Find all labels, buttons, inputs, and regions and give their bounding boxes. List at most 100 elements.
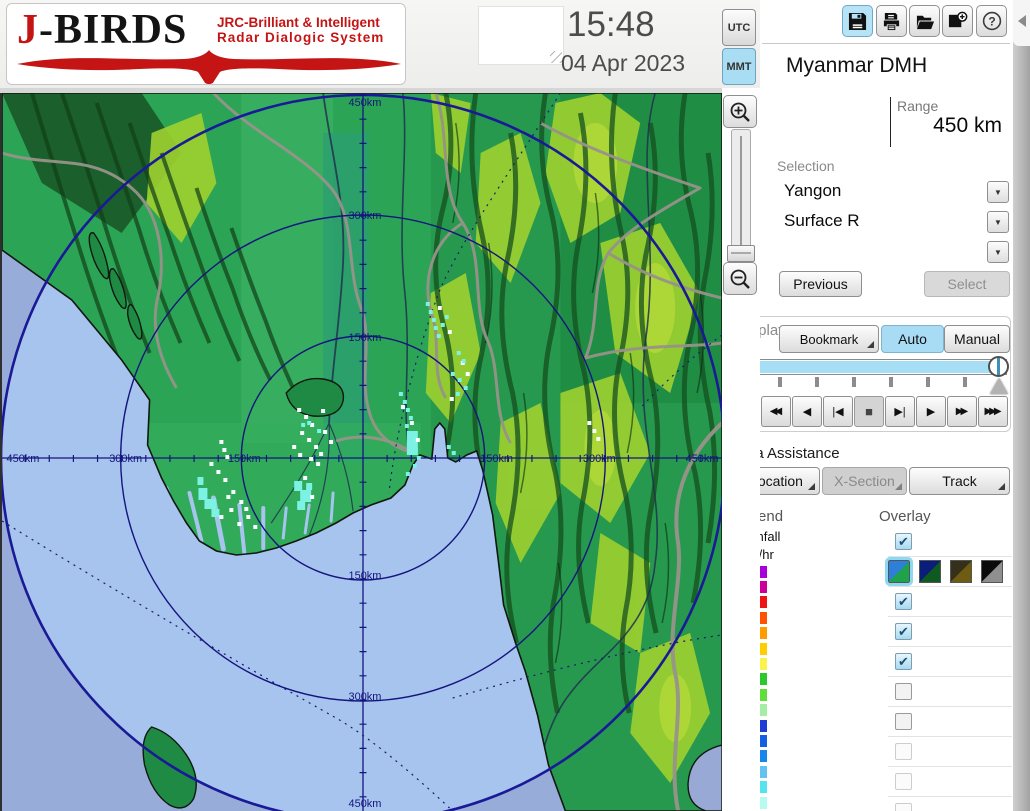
save-icon (848, 12, 867, 31)
auto-mode-button[interactable]: Auto (881, 325, 944, 353)
product-dropdown-button[interactable]: ▼ (987, 211, 1009, 233)
ring-label: 300km (349, 210, 382, 222)
bookmark-button[interactable]: Bookmark (779, 325, 879, 353)
radar-map[interactable]: 450km 300km 150km 150km 300km 450km 450km 300km… (0, 93, 722, 811)
checkbox[interactable]: ✔ (895, 533, 912, 550)
forward-button[interactable]: ▶▶ (947, 396, 977, 427)
help-button[interactable]: ? (976, 5, 1007, 37)
ring-label: 150km (349, 570, 382, 582)
open-file-button[interactable] (909, 5, 940, 37)
clock-time: 15:48 (567, 5, 655, 45)
slider-tick (815, 377, 819, 387)
overlay-row-border: ✔ (888, 617, 1012, 647)
selection-field-product[interactable]: Surface R (784, 211, 974, 231)
site-dropdown-button[interactable]: ▼ (987, 181, 1009, 203)
checkbox[interactable] (895, 713, 912, 730)
zoom-in-icon (729, 101, 751, 123)
step-back-button[interactable]: |◀ (823, 396, 853, 427)
zoom-out-button[interactable] (723, 262, 757, 295)
overlay-row-marker (888, 707, 1012, 737)
jbirds-application-window: J-BIRDS JRC-Brilliant & Intelligent Rada… (0, 0, 1030, 811)
zoom-in-button[interactable] (723, 95, 757, 128)
ring-label: 150km (228, 453, 261, 465)
checkbox[interactable] (895, 683, 912, 700)
forward-fast-button[interactable]: ▶▶▶ (978, 396, 1008, 427)
brand-rest: -BIRDS (39, 7, 187, 53)
station-title: Myanmar DMH (786, 54, 927, 78)
checkbox (895, 743, 912, 760)
slider-tick (778, 377, 782, 387)
manual-mode-button[interactable]: Manual (944, 325, 1010, 353)
slider-fill (741, 361, 999, 373)
panel-divider (762, 43, 1010, 44)
overlay-row-map: ✔ (888, 527, 1012, 557)
status-box[interactable] (478, 6, 564, 65)
add-image-icon (947, 11, 968, 31)
slider-tick (926, 377, 930, 387)
logo-box: J-BIRDS JRC-Brilliant & Intelligent Rada… (6, 3, 406, 85)
slider-handle[interactable] (988, 356, 1009, 377)
slider-tick (889, 377, 893, 387)
checkbox[interactable]: ✔ (895, 593, 912, 610)
ring-label: 450km (686, 453, 719, 465)
open-folder-icon (915, 12, 935, 31)
capture-image-button[interactable] (942, 5, 973, 37)
slider-tick (852, 377, 856, 387)
ring-label: 450km (6, 453, 39, 465)
range-end-marker[interactable] (990, 378, 1008, 394)
utc-timezone-button[interactable]: UTC (722, 9, 756, 46)
slider-tick (963, 377, 967, 387)
ring-label: 450km (349, 798, 382, 810)
ring-label: 300km (583, 453, 616, 465)
eagle-logo-icon (15, 50, 403, 84)
overlay-row-wind (888, 737, 1012, 767)
ring-label: 150km (349, 332, 382, 344)
checkbox[interactable]: ✔ (895, 653, 912, 670)
brand-initial: J (17, 7, 39, 53)
map-style-option[interactable] (888, 560, 910, 583)
play-button[interactable]: ▶ (916, 396, 946, 427)
brand-title: J-BIRDS (17, 6, 187, 54)
stop-button[interactable]: ■ (854, 396, 884, 427)
selection-label: Selection (777, 158, 835, 174)
overlay-row-microburst (888, 797, 1012, 811)
overlay-checkbox-list: ✔ ✔ ✔ ✔ (888, 527, 1012, 811)
map-style-option[interactable] (919, 560, 941, 583)
overlay-row-shear-line (888, 767, 1012, 797)
selection-field-site[interactable]: Yangon (784, 181, 974, 201)
clock-date: 04 Apr 2023 (561, 50, 685, 77)
brand-tagline-1: JRC-Brilliant & Intelligent (217, 15, 380, 30)
range-label: Range (897, 98, 938, 114)
checkbox (895, 803, 912, 811)
print-icon (882, 12, 901, 31)
zoom-out-icon (729, 268, 751, 290)
rewind-button[interactable]: ◀◀ (761, 396, 791, 427)
extra-dropdown-button[interactable]: ▼ (987, 241, 1009, 263)
help-icon: ? (982, 11, 1002, 31)
overlay-row-line: ✔ (888, 587, 1012, 617)
mmt-timezone-button[interactable]: MMT (722, 48, 756, 85)
save-button[interactable] (842, 5, 873, 37)
previous-button[interactable]: Previous (779, 271, 862, 297)
ring-label: 150km (480, 453, 513, 465)
zoom-slider[interactable] (731, 129, 751, 261)
track-button[interactable]: Track (909, 467, 1010, 495)
zoom-slider-handle[interactable] (727, 245, 755, 262)
range-display-box: Range 450 km (777, 94, 1010, 152)
map-style-option[interactable] (981, 560, 1003, 583)
print-button[interactable] (876, 5, 907, 37)
step-forward-button[interactable]: ▶| (885, 396, 915, 427)
select-button[interactable]: Select (924, 271, 1010, 297)
collapse-arrow-icon[interactable] (1018, 15, 1026, 27)
replay-timeline-slider[interactable] (739, 359, 1007, 375)
x-section-button[interactable]: X-Section (822, 467, 907, 495)
header-bar: J-BIRDS JRC-Brilliant & Intelligent Rada… (0, 0, 760, 89)
checkbox[interactable]: ✔ (895, 623, 912, 640)
ring-label: 300km (349, 691, 382, 703)
range-value: 450 km (860, 114, 1002, 138)
svg-text:?: ? (988, 14, 995, 28)
play-reverse-button[interactable]: ◀ (792, 396, 822, 427)
checkbox (895, 773, 912, 790)
map-style-option[interactable] (950, 560, 972, 583)
panel-splitter[interactable] (1013, 0, 1030, 811)
